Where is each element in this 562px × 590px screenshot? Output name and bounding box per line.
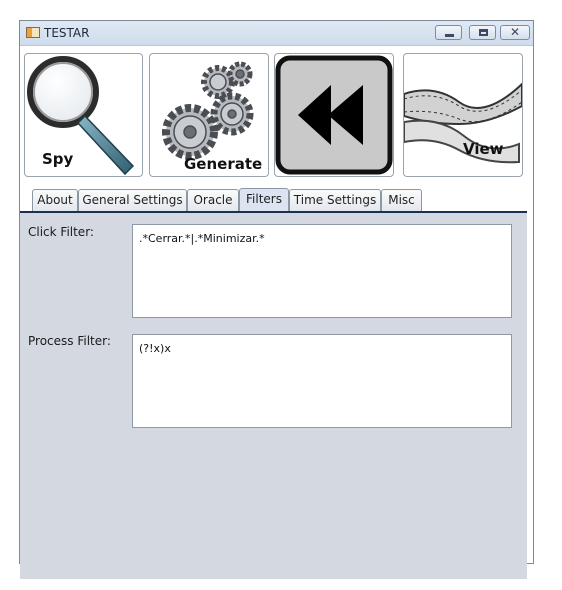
process-filter-label: Process Filter: <box>28 334 111 348</box>
maximize-icon <box>479 29 488 36</box>
app-icon <box>26 27 40 38</box>
spy-button[interactable]: Spy <box>24 53 143 177</box>
minimize-icon <box>445 34 454 37</box>
close-button[interactable]: ✕ <box>500 25 530 40</box>
film-strip-icon <box>404 82 522 164</box>
rewind-icon <box>275 55 393 175</box>
spy-label: Spy <box>42 150 74 168</box>
window-title: TESTAR <box>44 26 90 40</box>
window-content: Spy Generate View About General Settings… <box>20 46 533 579</box>
minimize-button[interactable] <box>435 25 462 40</box>
click-filter-label: Click Filter: <box>28 225 94 239</box>
maximize-button[interactable] <box>469 25 496 40</box>
tab-general-settings[interactable]: General Settings <box>78 189 187 211</box>
click-filter-input[interactable]: .*Cerrar.*|.*Minimizar.* <box>132 224 512 318</box>
tab-oracle[interactable]: Oracle <box>187 189 239 211</box>
filters-panel: Click Filter: .*Cerrar.*|.*Minimizar.* P… <box>20 213 527 579</box>
tab-misc[interactable]: Misc <box>381 189 422 211</box>
view-label: View <box>463 140 504 158</box>
view-button[interactable]: View <box>403 53 523 177</box>
app-window: TESTAR ✕ Spy Generate View About General… <box>19 20 534 579</box>
generate-label: Generate <box>184 155 263 173</box>
process-filter-input[interactable]: (?!x)x <box>132 334 512 428</box>
tab-about[interactable]: About <box>32 189 78 211</box>
close-icon: ✕ <box>510 25 521 39</box>
rewind-button[interactable] <box>274 53 394 177</box>
tab-time-settings[interactable]: Time Settings <box>289 189 381 211</box>
title-bar[interactable]: TESTAR ✕ <box>20 21 533 46</box>
generate-button[interactable]: Generate <box>149 53 269 177</box>
tab-filters[interactable]: Filters <box>239 188 289 212</box>
